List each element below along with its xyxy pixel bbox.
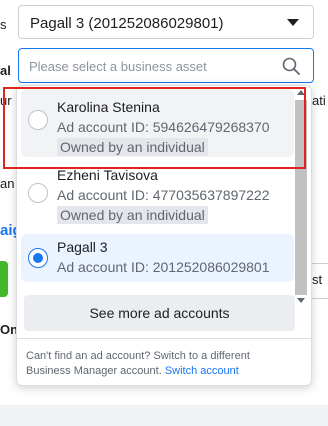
ad-account-option[interactable]: Karolina Stenina Ad account ID: 59462647… — [21, 89, 294, 157]
ad-account-option-selected[interactable]: Pagall 3 Ad account ID: 201252086029801 — [21, 234, 294, 282]
ad-account-option[interactable]: Ezheni Tavisova Ad account ID: 477035637… — [21, 162, 294, 230]
ad-account-select-value: Pagall 3 (201252086029801) — [30, 15, 224, 32]
business-asset-search[interactable] — [18, 48, 314, 83]
bg-fragment-5: an — [0, 176, 15, 191]
option-account-id: Ad account ID: 594626479268370 — [57, 119, 270, 135]
bg-bottom-strip — [0, 405, 328, 426]
footer-help-text: Can't find an ad account? Switch to a di… — [26, 349, 296, 379]
caret-down-icon — [287, 19, 299, 26]
ad-account-list: Karolina Stenina Ad account ID: 59462647… — [17, 86, 297, 331]
bg-fragment-2: al — [0, 63, 11, 78]
dropdown-scrollbar[interactable] — [295, 90, 307, 306]
radio-button[interactable] — [28, 110, 48, 130]
ad-account-dropdown: Karolina Stenina Ad account ID: 59462647… — [16, 85, 312, 386]
radio-button[interactable] — [28, 183, 48, 203]
scroll-down-arrow-icon[interactable] — [297, 298, 305, 303]
option-name: Ezheni Tavisova — [57, 167, 158, 183]
dropdown-footer: Can't find an ad account? Switch to a di… — [17, 338, 311, 377]
scroll-up-arrow-icon[interactable] — [297, 90, 305, 95]
ad-account-select[interactable]: Pagall 3 (201252086029801) — [18, 5, 314, 39]
scrollbar-thumb[interactable] — [295, 100, 307, 295]
radio-button-checked[interactable] — [28, 248, 48, 268]
switch-account-link[interactable]: Switch account — [165, 365, 239, 377]
search-icon — [282, 57, 300, 75]
option-name: Karolina Stenina — [57, 99, 160, 115]
bg-fragment-4: ati — [312, 93, 326, 108]
option-account-id: Ad account ID: 477035637897222 — [57, 187, 270, 203]
see-more-ad-accounts-button[interactable]: See more ad accounts — [24, 295, 295, 331]
ownership-badge: Owned by an individual — [57, 138, 208, 156]
page: s al ur b ati an aig st On Pagall 3 (201… — [0, 0, 328, 426]
option-account-id: Ad account ID: 201252086029801 — [57, 259, 270, 275]
bg-green-button — [0, 261, 8, 297]
bg-fragment-1: s — [0, 17, 7, 32]
option-name: Pagall 3 — [57, 239, 108, 255]
search-input[interactable] — [29, 56, 269, 76]
bg-fragment-7: st — [312, 272, 323, 287]
ownership-badge: Owned by an individual — [57, 206, 208, 224]
